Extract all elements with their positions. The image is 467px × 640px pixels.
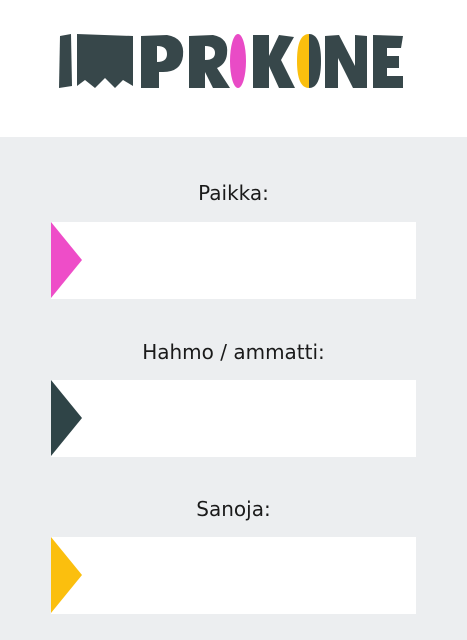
words-input[interactable] <box>95 537 405 614</box>
dark-arrow-icon <box>51 380 82 456</box>
place-label: Paikka: <box>198 181 269 205</box>
header <box>0 0 467 137</box>
words-label: Sanoja: <box>196 497 271 521</box>
words-field[interactable] <box>51 537 416 614</box>
character-label: Hahmo / ammatti: <box>142 340 325 364</box>
yellow-arrow-icon <box>51 537 82 613</box>
character-field[interactable] <box>51 380 416 457</box>
character-input[interactable] <box>95 380 405 457</box>
place-input[interactable] <box>95 222 405 299</box>
improkone-logo <box>59 34 403 88</box>
pink-arrow-icon <box>51 222 82 298</box>
place-field[interactable] <box>51 222 416 299</box>
